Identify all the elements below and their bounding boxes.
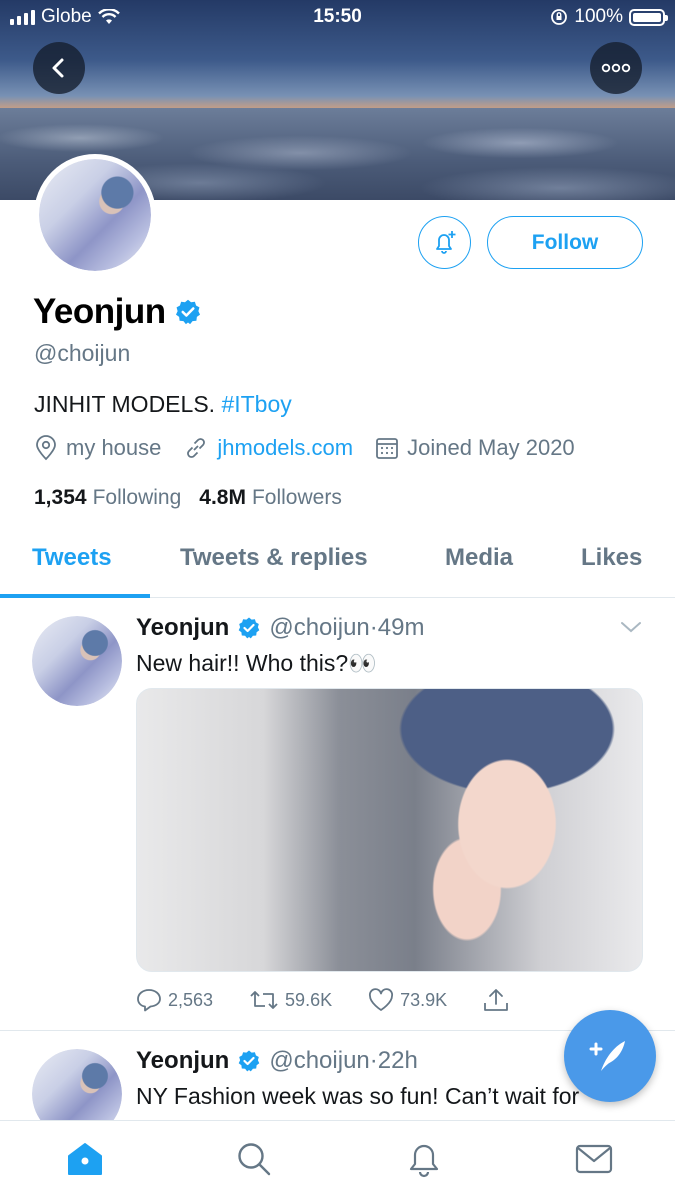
orientation-lock-icon [551, 9, 568, 25]
profile-stats: 1,354 Following 4.8M Followers [34, 486, 342, 510]
heart-icon [369, 988, 394, 1011]
tweet-avatar[interactable] [32, 616, 122, 706]
more-icon [601, 63, 631, 73]
reply-action[interactable]: 2,563 [136, 988, 213, 1012]
followers-stat[interactable]: 4.8M Followers [199, 486, 342, 510]
profile-bio: JINHIT MODELS. #ITboy [34, 391, 292, 418]
avatar-image [39, 159, 151, 271]
search-icon [238, 1143, 271, 1176]
bio-text: JINHIT MODELS. [34, 391, 222, 417]
following-count: 1,354 [34, 486, 87, 509]
tweet-text: New hair!! Who this?👀 [136, 650, 377, 676]
tweet-author-handle: @choijun [269, 614, 370, 641]
back-arrow-icon [52, 58, 64, 78]
verified-badge-icon [239, 617, 260, 639]
verified-badge-icon [175, 299, 200, 325]
follow-button[interactable]: Follow [487, 216, 643, 269]
website-link[interactable]: jhmodels.com [217, 435, 353, 461]
nav-search[interactable] [234, 1139, 274, 1179]
profile-location: my house [34, 435, 161, 461]
followers-label: Followers [251, 486, 342, 509]
tweet-actions: 2,563 59.6K 73.9K [136, 988, 545, 1012]
tab-media[interactable]: Media [445, 544, 513, 572]
nav-messages[interactable] [574, 1139, 614, 1179]
share-icon [484, 989, 509, 1011]
link-icon [187, 438, 206, 458]
battery-icon [629, 8, 668, 26]
following-label: Following [92, 486, 182, 509]
tab-tweets-replies[interactable]: Tweets & replies [180, 544, 368, 572]
battery-percent: 100% [574, 6, 623, 27]
home-icon [68, 1143, 102, 1175]
tab-tweets[interactable]: Tweets [32, 544, 112, 572]
profile-joined: Joined May 2020 [375, 435, 575, 461]
tweet-time: 22h [377, 1047, 418, 1074]
like-action[interactable]: 73.9K [368, 988, 447, 1012]
reply-count: 2,563 [168, 989, 214, 1010]
profile-website[interactable]: jhmodels.com [183, 435, 353, 461]
like-count: 73.9K [400, 989, 448, 1010]
tweet-avatar-image [32, 616, 122, 706]
tweet-header: Yeonjun @choijun · 49m [136, 614, 424, 642]
nav-notifications[interactable] [404, 1139, 444, 1179]
tweet-author-name: Yeonjun [136, 614, 230, 641]
compose-tweet-button[interactable] [564, 1010, 656, 1102]
chevron-down-icon[interactable] [620, 620, 642, 634]
profile-display-name: Yeonjun [33, 292, 166, 331]
verified-badge-icon [239, 1050, 260, 1072]
tweet-author-handle: @choijun [269, 1047, 370, 1074]
location-text: my house [66, 435, 162, 460]
calendar-icon [376, 438, 399, 459]
retweet-icon [250, 991, 278, 1009]
profile-tabs: Tweets Tweets & replies Media Likes [0, 530, 675, 598]
location-icon [36, 435, 56, 461]
tab-likes[interactable]: Likes [581, 544, 642, 572]
notifications-toggle-button[interactable] [418, 216, 471, 269]
followers-count: 4.8M [199, 486, 246, 509]
bio-hashtag[interactable]: #ITboy [221, 391, 291, 417]
compose-icon [589, 1041, 625, 1071]
tweet-avatar-image [32, 1049, 122, 1120]
share-action[interactable] [483, 988, 509, 1012]
tweet-photo[interactable] [136, 688, 643, 972]
more-button[interactable] [590, 42, 642, 94]
tweet-separator: · [369, 614, 378, 641]
status-right: 100% [550, 6, 668, 28]
profile-handle: @choijun [34, 340, 131, 366]
tweet-header: Yeonjun @choijun · 22h [136, 1047, 418, 1075]
reply-icon [137, 989, 161, 1012]
following-stat[interactable]: 1,354 Following [34, 486, 181, 510]
tweet-text: NY Fashion week was so fun! Can’t wait f… [136, 1083, 580, 1109]
retweet-action[interactable]: 59.6K [249, 989, 332, 1011]
bottom-nav-bar [0, 1120, 675, 1200]
nav-home[interactable] [65, 1139, 105, 1179]
tweet-time: 49m [377, 614, 425, 641]
tweet-separator: · [369, 1047, 378, 1074]
tweet-author-name: Yeonjun [136, 1047, 230, 1074]
profile-avatar[interactable] [34, 154, 156, 276]
messages-icon [575, 1144, 613, 1174]
status-bar: Globe 15:50 100% [0, 0, 675, 36]
tweet-item[interactable]: Yeonjun @choijun · 49m New hair!! Who th… [0, 598, 675, 1030]
notifications-icon [409, 1144, 439, 1178]
bell-plus-icon [435, 230, 455, 254]
profile-meta: my house jhmodels.com Joined May 2020 [34, 435, 597, 461]
back-button[interactable] [33, 42, 85, 94]
tweet-avatar[interactable] [32, 1049, 122, 1120]
profile-name-row: Yeonjun [33, 292, 202, 332]
joined-text: Joined May 2020 [407, 435, 575, 460]
retweet-count: 59.6K [285, 989, 333, 1010]
